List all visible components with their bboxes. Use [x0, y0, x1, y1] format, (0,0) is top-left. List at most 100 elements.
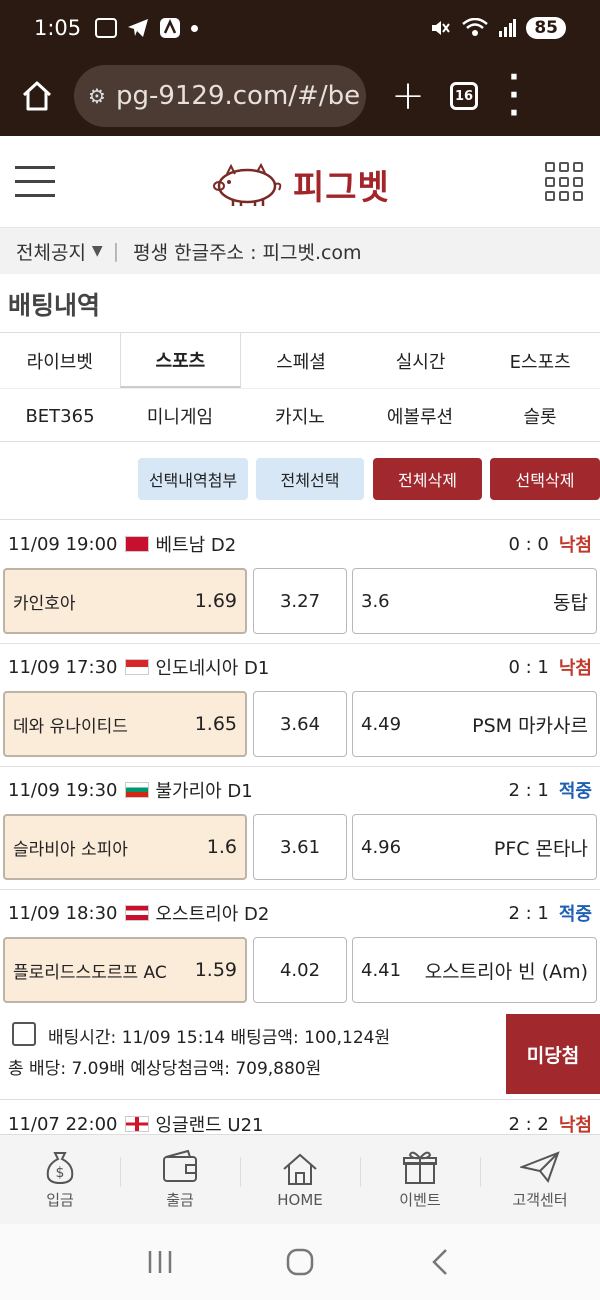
- nav-withdraw-label: 출금: [166, 1191, 194, 1209]
- chevron-down-icon[interactable]: ▼: [92, 243, 103, 259]
- tab-realtime[interactable]: 실시간: [361, 333, 481, 388]
- match-league: 오스트리아 D2: [155, 904, 270, 925]
- draw-odds-button[interactable]: 4.02: [253, 937, 347, 1003]
- site-settings-icon[interactable]: ⚙: [88, 84, 106, 108]
- status-bar: 1:05 85: [0, 0, 600, 56]
- away-odds: 4.96: [361, 836, 402, 858]
- match-card: 11/09 18:30 오스트리아 D2 2 : 1 적중 플로리드스도르프 A…: [0, 890, 600, 1013]
- away-odds-button[interactable]: 4.49 PSM 마카사르: [352, 691, 597, 757]
- home-odds-button[interactable]: 플로리드스도르프 AC 1.59: [3, 937, 247, 1003]
- away-odds-button[interactable]: 4.96 PFC 몬타나: [352, 814, 597, 880]
- app-icon: [160, 18, 181, 38]
- notice-bar: 전체공지 ▼ | 평생 한글주소 : 피그벳.com: [0, 228, 600, 274]
- home-team: 플로리드스도르프 AC: [13, 962, 167, 983]
- telegram-icon: [128, 19, 149, 37]
- home-odds: 1.59: [194, 959, 237, 981]
- gallery-icon: [95, 18, 118, 38]
- apps-grid-icon[interactable]: [545, 162, 585, 202]
- back-icon: [432, 1249, 447, 1275]
- circle-home-icon: [286, 1248, 314, 1276]
- home-team: 카인호아: [13, 593, 76, 614]
- match-datetime: 11/09 17:30: [8, 656, 118, 678]
- tab-minigame[interactable]: 미니게임: [120, 389, 240, 443]
- match-result: 낙첨: [558, 535, 592, 556]
- match-score: 2 : 2: [508, 1113, 549, 1135]
- browser-menu-button[interactable]: · · ·: [478, 63, 550, 129]
- bet-select-checkbox[interactable]: [12, 1022, 36, 1046]
- notice-category[interactable]: 전체공지: [16, 238, 86, 265]
- back-button[interactable]: [410, 1242, 470, 1282]
- match-card: 11/09 17:30 인도네시아 D1 0 : 1 낙첨 데와 유나이티드 1…: [0, 644, 600, 767]
- bet-summary: 배팅시간: 11/09 15:14 배팅금액: 100,124원 총 배당: 7…: [0, 1012, 600, 1100]
- menu-icon[interactable]: [15, 164, 55, 200]
- away-odds: 4.41: [361, 959, 402, 981]
- tab-bet365[interactable]: BET365: [0, 389, 120, 443]
- match-score: 0 : 0: [508, 533, 549, 555]
- site-logo[interactable]: 피그벳: [205, 154, 405, 214]
- match-result: 적중: [558, 904, 592, 925]
- away-odds-button[interactable]: 4.41 오스트리아 빈 (Am): [352, 937, 597, 1003]
- logo-text: 피그벳: [293, 167, 390, 208]
- tab-esports[interactable]: E스포츠: [480, 333, 600, 388]
- draw-odds-button[interactable]: 3.64: [253, 691, 347, 757]
- battery-indicator: 85: [526, 17, 566, 39]
- delete-all-button[interactable]: 전체삭제: [373, 458, 482, 500]
- match-card: 11/09 19:30 불가리아 D1 2 : 1 적중 슬라비아 소피아 1.…: [0, 767, 600, 890]
- home-odds-button[interactable]: 카인호아 1.69: [3, 568, 247, 634]
- page-title: 배팅내역: [8, 291, 101, 320]
- home-odds-button[interactable]: 데와 유나이티드 1.65: [3, 691, 247, 757]
- select-all-button[interactable]: 전체선택: [256, 458, 364, 500]
- draw-odds-button[interactable]: 3.61: [253, 814, 347, 880]
- match-datetime: 11/09 19:30: [8, 779, 118, 801]
- nav-withdraw[interactable]: 출금: [120, 1135, 240, 1224]
- address-bar[interactable]: ⚙ pg-9129.com/#/be: [74, 65, 366, 127]
- nav-deposit[interactable]: $ 입금: [0, 1135, 120, 1224]
- system-home-button[interactable]: [270, 1242, 330, 1282]
- new-tab-button[interactable]: +: [366, 73, 450, 119]
- nav-support[interactable]: 고객센터: [480, 1135, 600, 1224]
- home-odds: 1.65: [194, 713, 237, 735]
- draw-odds: 3.27: [279, 590, 321, 612]
- tab-evolution[interactable]: 에볼루션: [360, 389, 480, 443]
- attach-selected-button[interactable]: 선택내역첨부: [138, 458, 248, 500]
- nav-home[interactable]: HOME: [240, 1135, 360, 1224]
- notice-text: 평생 한글주소 : 피그벳.com: [133, 241, 362, 264]
- tab-switcher-button[interactable]: 16: [450, 82, 478, 110]
- site-header: 피그벳: [0, 136, 600, 228]
- bet-status-badge: 미당첨: [506, 1014, 600, 1094]
- paper-plane-icon: [520, 1151, 560, 1184]
- away-odds-button[interactable]: 3.6 동탑: [352, 568, 597, 634]
- nav-deposit-label: 입금: [46, 1191, 74, 1209]
- match-card: 11/09 19:00 베트남 D2 0 : 0 낙첨 카인호아 1.69 3.…: [0, 521, 600, 644]
- svg-text:$: $: [56, 1165, 65, 1181]
- flag-indonesia-icon: [125, 659, 150, 675]
- home-odds-button[interactable]: 슬라비아 소피아 1.6: [3, 814, 247, 880]
- match-datetime: 11/07 22:00: [8, 1113, 118, 1135]
- nav-event[interactable]: 이벤트: [360, 1135, 480, 1224]
- signal-icon: [499, 19, 517, 37]
- notice-separator: |: [112, 240, 120, 262]
- tab-special[interactable]: 스페셜: [241, 333, 361, 388]
- home-icon: [22, 81, 52, 111]
- browser-toolbar: ⚙ pg-9129.com/#/be + 16 · · ·: [0, 56, 600, 136]
- delete-selected-button[interactable]: 선택삭제: [490, 458, 600, 500]
- tab-casino[interactable]: 카지노: [240, 389, 360, 443]
- away-team: 동탑: [553, 591, 588, 614]
- match-datetime: 11/09 18:30: [8, 902, 118, 924]
- tab-slot[interactable]: 슬롯: [480, 389, 600, 443]
- flag-vietnam-icon: [125, 536, 150, 552]
- match-league: 불가리아 D1: [155, 781, 253, 802]
- browser-home-button[interactable]: [0, 81, 74, 111]
- url-text: pg-9129.com/#/be: [115, 81, 361, 111]
- bottom-navigation: $ 입금 출금 HOME 이벤트 고객센터: [0, 1134, 600, 1224]
- away-team: PFC 몬타나: [493, 837, 588, 860]
- away-odds: 4.49: [361, 713, 402, 735]
- draw-odds-button[interactable]: 3.27: [253, 568, 347, 634]
- tab-sports[interactable]: 스포츠: [119, 333, 242, 388]
- tab-live-bet[interactable]: 라이브벳: [0, 333, 120, 388]
- match-score: 0 : 1: [508, 656, 549, 678]
- mute-icon: [432, 21, 451, 35]
- divider: [0, 519, 600, 520]
- draw-odds: 3.64: [279, 713, 321, 735]
- recent-apps-button[interactable]: [130, 1242, 190, 1282]
